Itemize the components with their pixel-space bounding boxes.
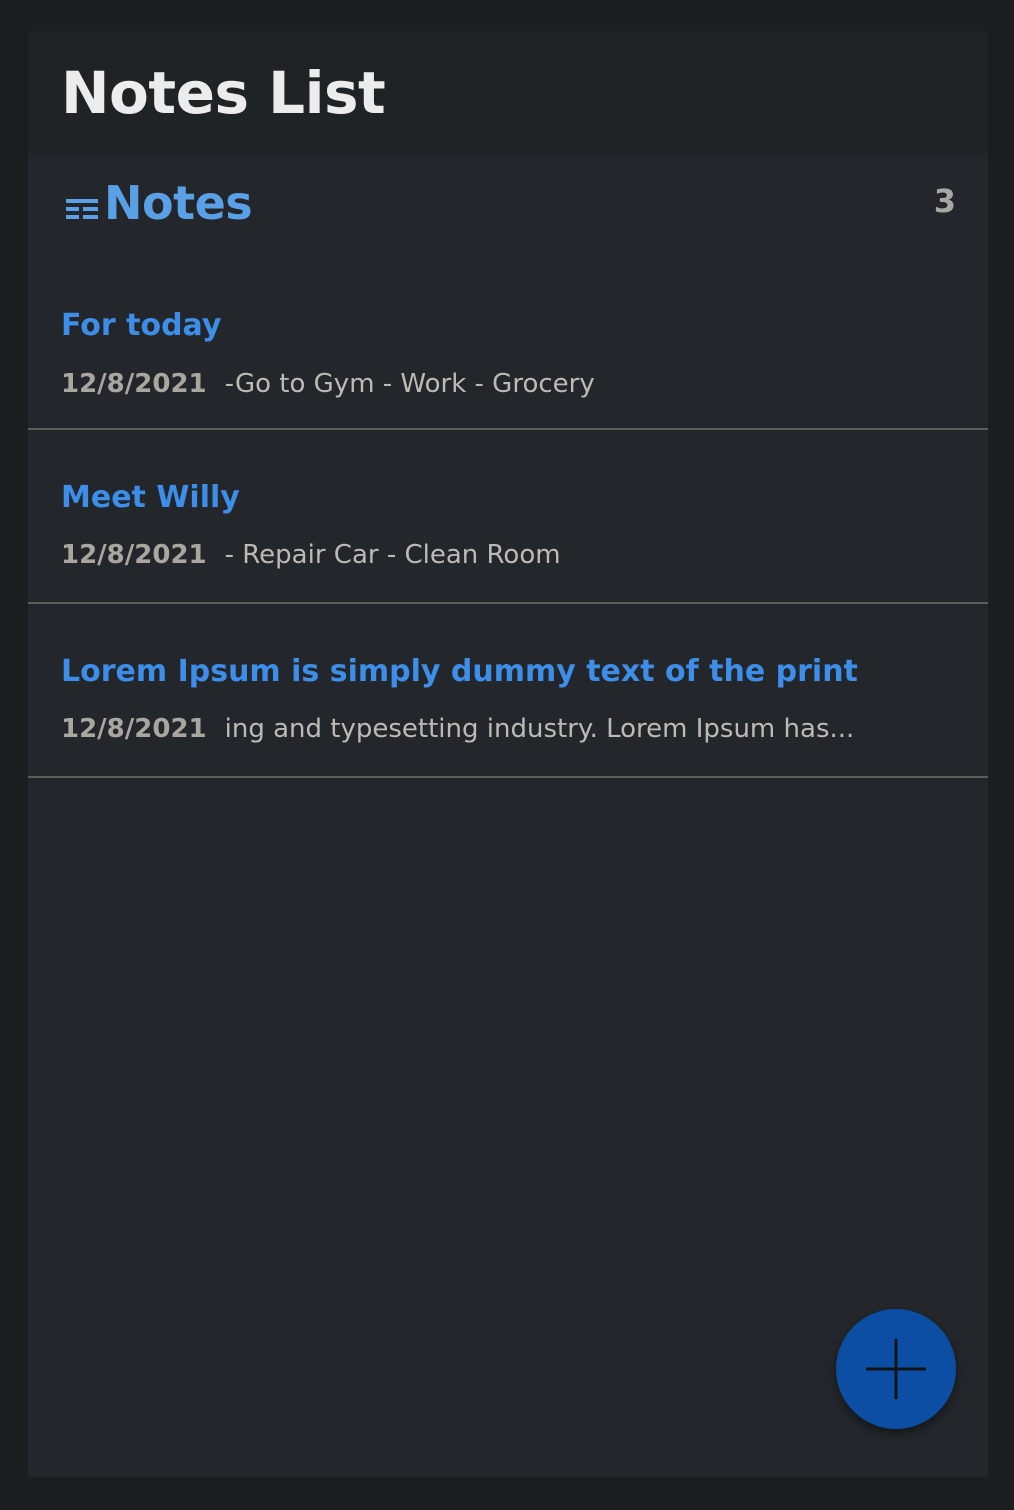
note-item[interactable]: For today 12/8/2021 -Go to Gym - Work - G… (28, 281, 988, 430)
notes-list: For today 12/8/2021 -Go to Gym - Work - G… (28, 281, 988, 778)
note-item[interactable]: Lorem Ipsum is simply dummy text of the … (28, 604, 988, 778)
plus-icon (866, 1339, 926, 1399)
note-title: Meet Willy (61, 480, 240, 515)
list-icon (66, 199, 98, 219)
note-date: 12/8/2021 (61, 369, 207, 399)
note-title: Lorem Ipsum is simply dummy text of the … (61, 654, 858, 689)
notes-section-header: Notes 3 (28, 155, 988, 281)
add-note-button[interactable] (836, 1309, 956, 1429)
note-date: 12/8/2021 (61, 714, 207, 744)
notes-count-badge: 3 (933, 182, 956, 220)
note-preview: -Go to Gym - Work - Grocery (224, 369, 595, 399)
note-meta: 12/8/2021 ing and typesetting industry. L… (61, 712, 854, 746)
notes-app: Notes List Notes 3 For today 12/8/2021 -G… (28, 31, 988, 1477)
note-item[interactable]: Meet Willy 12/8/2021 - Repair Car - Clean… (28, 430, 988, 604)
app-header: Notes List (28, 31, 988, 155)
note-meta: 12/8/2021 -Go to Gym - Work - Grocery (61, 367, 595, 401)
note-meta: 12/8/2021 - Repair Car - Clean Room (61, 538, 561, 572)
note-date: 12/8/2021 (61, 540, 207, 570)
page-title: Notes List (61, 59, 386, 127)
note-title: For today (61, 308, 222, 343)
note-preview: - Repair Car - Clean Room (224, 540, 561, 570)
note-preview: ing and typesetting industry. Lorem Ipsu… (224, 714, 855, 744)
section-title: Notes (104, 176, 253, 230)
